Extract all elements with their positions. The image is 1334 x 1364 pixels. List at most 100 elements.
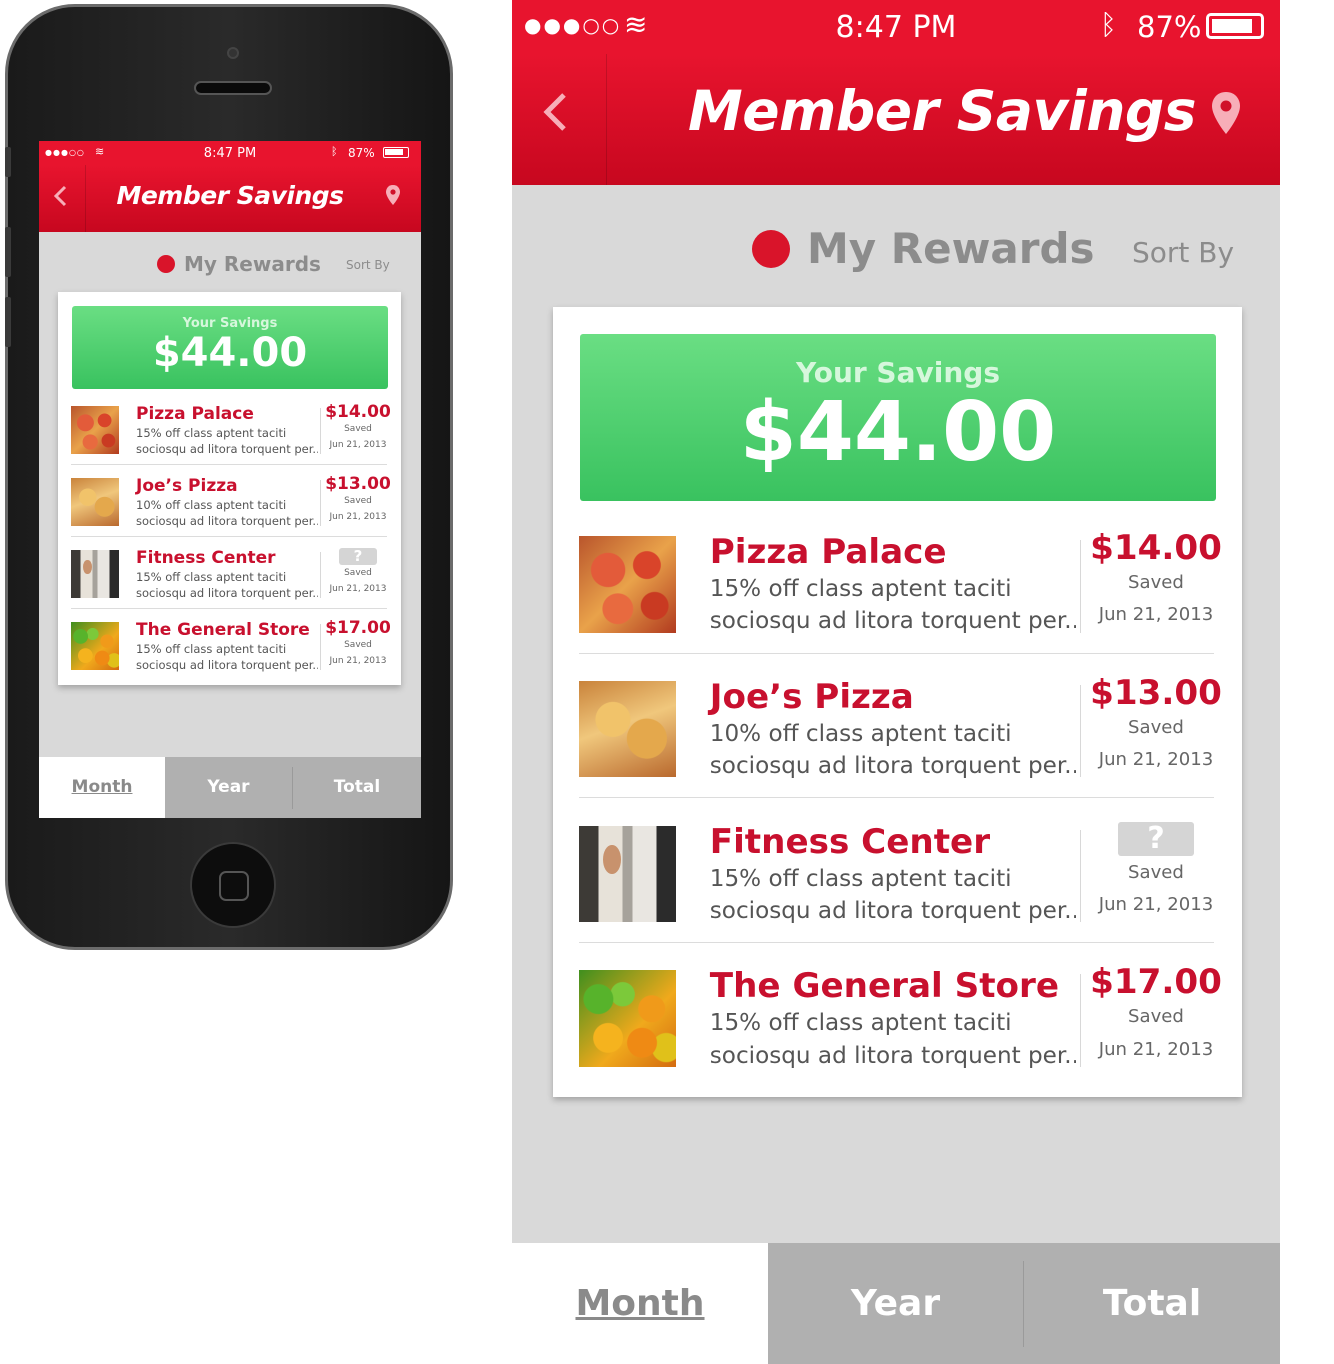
merchant-thumbnail [71, 406, 119, 454]
battery-percent: 87% [348, 146, 375, 160]
bluetooth-icon: ᛒ [331, 145, 338, 158]
offer-description-line1: 15% off class aptent taciti [136, 426, 287, 440]
saved-date: Jun 21, 2013 [329, 512, 387, 522]
offer-description-line1: 15% off class aptent taciti [709, 1010, 1012, 1037]
saved-label: Saved [344, 496, 372, 506]
reward-list-item[interactable]: Joe’s Pizza 10% off class aptent taciti so… [58, 472, 401, 544]
merchant-thumbnail [71, 478, 119, 526]
offer-description-line1: 15% off class aptent taciti [136, 642, 287, 656]
saved-date: Jun 21, 2013 [1098, 604, 1214, 626]
merchant-name: Joe’s Pizza [709, 676, 914, 717]
reward-list-item[interactable]: The General Store 15% off class aptent ta… [553, 958, 1242, 1103]
saved-label: Saved [344, 568, 372, 578]
reward-list-item[interactable]: Fitness Center 15% off class aptent tacit… [58, 544, 401, 616]
reward-list-item[interactable]: Pizza Palace 15% off class aptent taciti s… [58, 400, 401, 472]
status-bar-large: ●●●○○ ≋ 8:47 PM ᛒ 87% [512, 0, 1280, 54]
merchant-name: Fitness Center [136, 548, 276, 568]
offer-description-line2: sociosqu ad litora torquent per... [136, 442, 318, 456]
phone-screen: ●●●○○ ≋ 8:47 PM ᛒ 87% Member Savings My … [39, 141, 421, 818]
reward-list-item[interactable]: The General Store 15% off class aptent ta… [58, 616, 401, 688]
location-pin-icon[interactable] [1210, 90, 1242, 136]
battery-icon [383, 147, 409, 158]
offer-description-line1: 15% off class aptent taciti [136, 570, 287, 584]
tab-year[interactable]: Year [768, 1243, 1023, 1364]
offer-description-line2: sociosqu ad litora torquent per... [709, 1042, 1076, 1069]
merchant-thumbnail [71, 622, 119, 670]
phone-volume-down [5, 297, 11, 347]
tab-total[interactable]: Total [293, 757, 421, 818]
sort-by-button[interactable]: Sort By [346, 258, 390, 272]
rewards-title: My Rewards [807, 224, 1095, 273]
saved-label: Saved [344, 424, 372, 434]
merchant-thumbnail [71, 550, 119, 598]
smiley-icon [157, 255, 175, 273]
battery-icon [1206, 13, 1264, 39]
smiley-icon [752, 230, 790, 268]
offer-description-line1: 10% off class aptent taciti [709, 721, 1012, 748]
offer-description-line1: 15% off class aptent taciti [709, 576, 1012, 603]
rewards-card: Your Savings $44.00 Pizza Palace 15% off … [553, 307, 1242, 1097]
saved-date: Jun 21, 2013 [329, 656, 387, 666]
sort-by-button[interactable]: Sort By [1132, 236, 1234, 269]
offer-description-line2: sociosqu ad litora torquent per... [709, 608, 1076, 635]
offer-description-line1: 10% off class aptent taciti [136, 498, 287, 512]
saved-amount: $13.00 [1090, 672, 1222, 713]
offer-description-line2: sociosqu ad litora torquent per... [136, 586, 318, 600]
saved-label: Saved [1128, 1006, 1184, 1028]
phone-home-button[interactable] [190, 842, 276, 928]
merchant-name: The General Store [136, 620, 310, 640]
rewards-title: My Rewards [184, 252, 321, 276]
phone-mute-switch [5, 147, 11, 177]
merchant-thumbnail [579, 970, 676, 1067]
saved-amount: $17.00 [325, 618, 391, 638]
reward-list-item[interactable]: Joe’s Pizza 10% off class aptent taciti so… [553, 669, 1242, 814]
merchant-thumbnail [579, 680, 676, 778]
rewards-row: My Rewards Sort By [39, 251, 421, 277]
tab-year[interactable]: Year [165, 757, 292, 818]
reward-list-item[interactable]: Fitness Center 15% off class aptent tacit… [553, 814, 1242, 959]
period-tabs: Month Year Total [39, 757, 421, 818]
savings-banner: Your Savings $44.00 [580, 334, 1216, 501]
help-question-icon[interactable]: ? [1117, 821, 1195, 856]
offer-description-line2: sociosqu ad litora torquent per... [709, 897, 1076, 924]
saved-amount: $17.00 [1090, 962, 1222, 1003]
saved-label: Saved [1128, 572, 1184, 594]
merchant-thumbnail [579, 536, 676, 633]
saved-amount: $14.00 [325, 402, 391, 422]
tab-month[interactable]: Month [39, 757, 165, 818]
app-header-large: Member Savings [512, 54, 1280, 185]
saved-date: Jun 21, 2013 [1098, 893, 1214, 915]
tab-month[interactable]: Month [512, 1243, 768, 1364]
phone-speaker [194, 81, 272, 95]
saved-date: Jun 21, 2013 [1098, 749, 1214, 771]
savings-label: Your Savings [796, 356, 1000, 389]
saved-label: Saved [1128, 861, 1184, 883]
help-question-icon[interactable]: ? [339, 548, 377, 565]
app-header: Member Savings [39, 165, 421, 232]
phone-volume-up [5, 227, 11, 277]
savings-amount: $44.00 [739, 385, 1057, 480]
header-title: Member Savings [116, 181, 344, 210]
saved-amount: $14.00 [1090, 528, 1222, 569]
savings-banner: Your Savings $44.00 [72, 306, 388, 389]
offer-description-line2: sociosqu ad litora torquent per... [136, 658, 318, 672]
battery-percent: 87% [1137, 10, 1202, 44]
location-pin-icon[interactable] [385, 184, 401, 206]
merchant-name: Pizza Palace [136, 404, 254, 424]
saved-date: Jun 21, 2013 [329, 440, 387, 450]
enlarged-screen: ●●●○○ ≋ 8:47 PM ᛒ 87% Member Savings My … [512, 0, 1280, 1364]
offer-description-line1: 15% off class aptent taciti [709, 865, 1012, 892]
back-chevron-icon[interactable] [542, 92, 568, 132]
rewards-card: Your Savings $44.00 Pizza Palace 15% off … [58, 292, 401, 685]
reward-list-item[interactable]: Pizza Palace 15% off class aptent taciti s… [553, 524, 1242, 669]
saved-amount: $13.00 [325, 474, 391, 494]
period-tabs: Month Year Total [512, 1243, 1280, 1364]
saved-label: Saved [344, 640, 372, 650]
status-bar: ●●●○○ ≋ 8:47 PM ᛒ 87% [39, 141, 421, 165]
merchant-name: Fitness Center [709, 821, 991, 862]
tab-total[interactable]: Total [1024, 1243, 1280, 1364]
merchant-thumbnail [579, 825, 676, 923]
saved-label: Saved [1128, 717, 1184, 739]
saved-date: Jun 21, 2013 [329, 584, 387, 594]
merchant-name: The General Store [709, 966, 1060, 1007]
